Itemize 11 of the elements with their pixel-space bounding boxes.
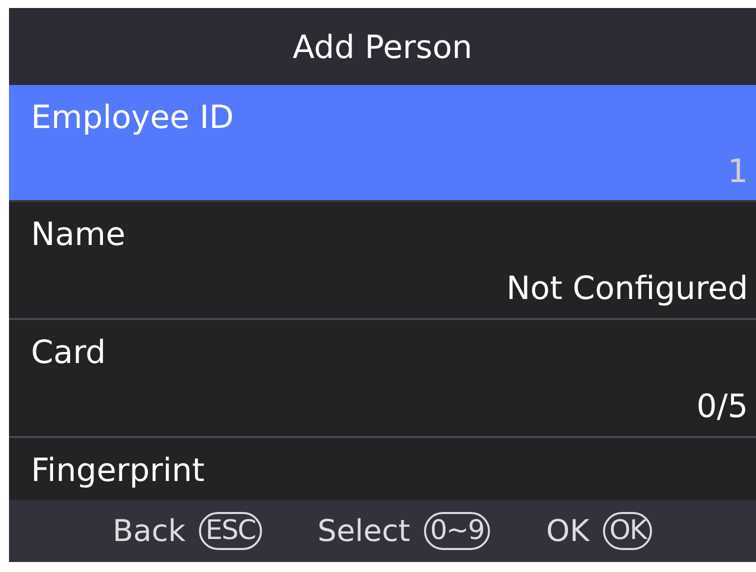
hint-label: Select (318, 514, 410, 548)
key-badge: 0~9 (424, 512, 490, 550)
list-item[interactable]: Fingerprint (9, 438, 756, 494)
list-item[interactable]: Name Not Configured (9, 202, 756, 320)
key-badge: ESC (199, 512, 262, 550)
list-item[interactable]: Employee ID 1 (9, 85, 756, 202)
key-badge: OK (603, 512, 652, 550)
hint-label: Back (112, 514, 186, 548)
window-title: Add Person (292, 28, 472, 66)
list-item[interactable]: Card 0/5 (9, 320, 756, 438)
hint-label: OK (546, 514, 590, 548)
